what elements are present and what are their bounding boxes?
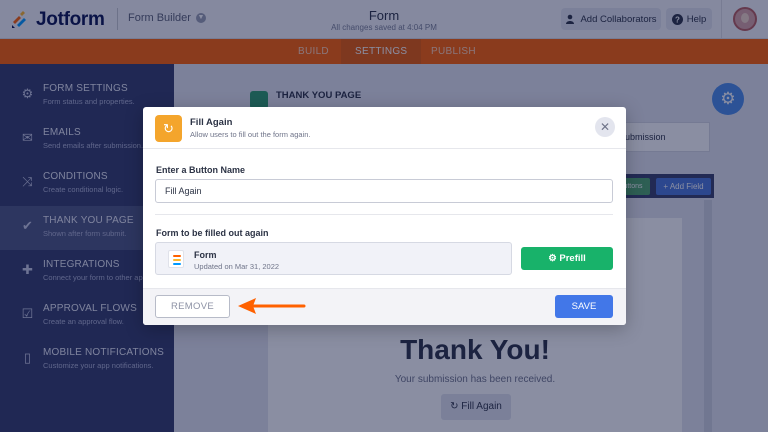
modal-subtitle: Allow users to fill out the form again. [190, 130, 311, 139]
modal-divider [155, 214, 613, 215]
arrow-left-icon [238, 298, 306, 314]
fill-again-modal: ↻ Fill Again Allow users to fill out the… [143, 107, 626, 325]
form-icon [168, 250, 184, 268]
modal-header: ↻ Fill Again Allow users to fill out the… [143, 107, 626, 149]
form-name: Form [194, 250, 217, 260]
remove-button[interactable]: REMOVE [155, 295, 230, 318]
refresh-icon: ↻ [155, 115, 182, 142]
button-name-input[interactable] [155, 179, 613, 203]
form-select-label: Form to be filled out again [156, 228, 269, 238]
close-icon: ✕ [599, 120, 611, 134]
button-name-label: Enter a Button Name [156, 165, 246, 175]
gear-icon: ⚙ [548, 253, 557, 264]
save-button[interactable]: SAVE [555, 295, 613, 318]
modal-title: Fill Again [190, 117, 233, 128]
close-button[interactable]: ✕ [595, 117, 615, 137]
selected-form-card[interactable]: Form Updated on Mar 31, 2022 [155, 242, 512, 275]
prefill-button[interactable]: ⚙ Prefill [521, 247, 613, 270]
prefill-label: Prefill [559, 253, 586, 264]
form-updated-date: Updated on Mar 31, 2022 [194, 262, 280, 271]
